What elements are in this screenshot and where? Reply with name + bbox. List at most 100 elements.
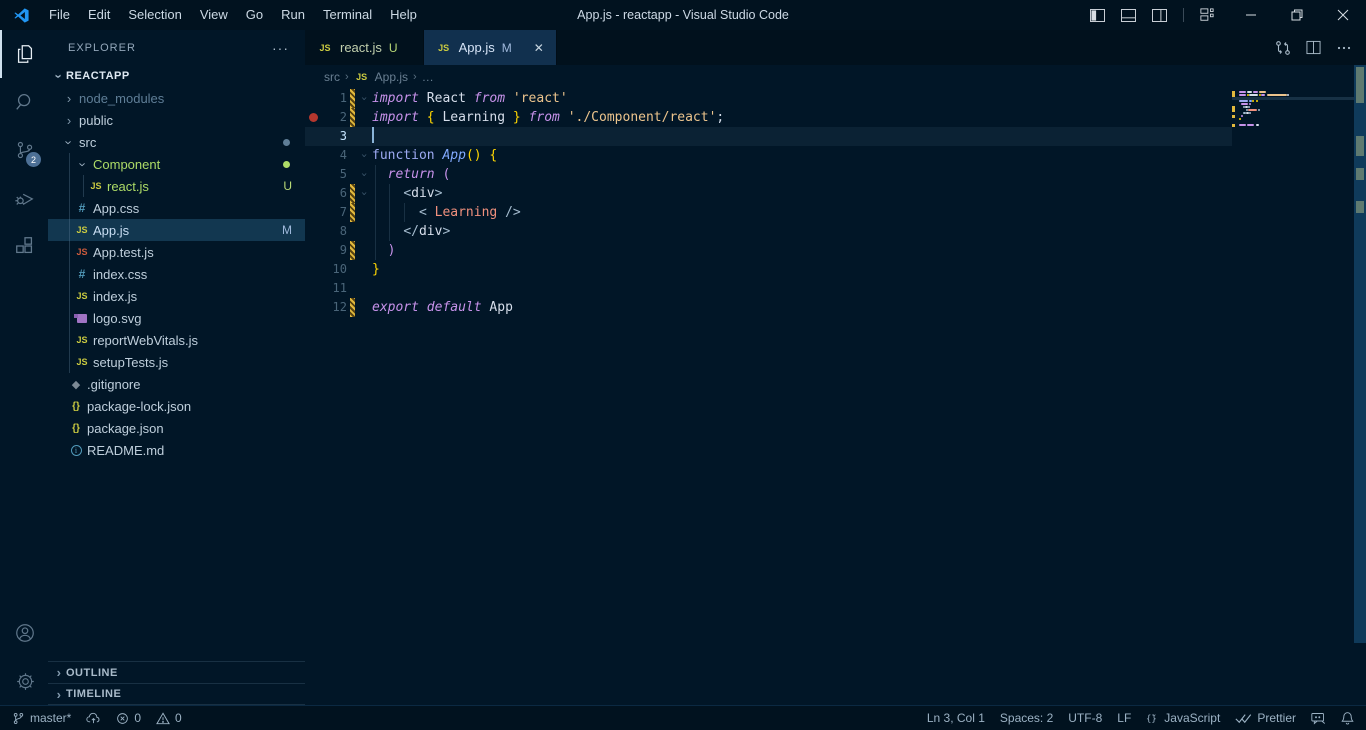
open-changes-icon[interactable] (1275, 40, 1291, 56)
tree-item-package-lock-json[interactable]: {} package-lock.json (48, 395, 305, 417)
tree-item-component[interactable]: › Component (48, 153, 305, 175)
menu-view[interactable]: View (191, 0, 237, 30)
source-control-badge: 2 (26, 152, 41, 167)
tree-item-node-modules[interactable]: › node_modules (48, 87, 305, 109)
explorer-more-actions-icon[interactable]: ··· (272, 40, 289, 56)
mod-gutter (347, 279, 357, 298)
error-count[interactable]: 0 (116, 711, 141, 725)
tree-item-src[interactable]: › src (48, 131, 305, 153)
breadcrumb-item-app-js[interactable]: App.js (375, 70, 408, 84)
tree-item-app-css[interactable]: # App.css (48, 197, 305, 219)
toggle-panel-icon[interactable] (1121, 8, 1136, 22)
minimap[interactable] (1232, 91, 1354, 391)
tree-indent-guide (69, 153, 70, 373)
menu-edit[interactable]: Edit (79, 0, 119, 30)
tree-item-public[interactable]: › public (48, 109, 305, 131)
tree-item-reportwebvitals-js[interactable]: JS reportWebVitals.js (48, 329, 305, 351)
menu-run[interactable]: Run (272, 0, 314, 30)
fold-gutter (357, 260, 372, 279)
editor-scrollbar[interactable] (1354, 65, 1366, 643)
code-line-6[interactable]: 6 › <div> (305, 184, 1366, 203)
extensions-icon[interactable] (0, 222, 48, 270)
tree-item-setuptests-js[interactable]: JS setupTests.js (48, 351, 305, 373)
tree-item-gitignore[interactable]: ◆ .gitignore (48, 373, 305, 395)
close-button[interactable] (1320, 0, 1366, 30)
vscode-logo-icon (13, 7, 30, 24)
encoding[interactable]: UTF-8 (1068, 711, 1102, 725)
code-line-1[interactable]: 1 › import React from 'react' (305, 89, 1366, 108)
menu-help[interactable]: Help (381, 0, 426, 30)
formatter-prettier[interactable]: Prettier (1235, 711, 1296, 725)
git-branch-status[interactable]: master* (12, 711, 71, 725)
indent-guide (389, 184, 390, 241)
code-text: import React from 'react' (372, 91, 568, 106)
menu-selection[interactable]: Selection (119, 0, 190, 30)
code-line-8[interactable]: 8 </div> (305, 222, 1366, 241)
code-line-3[interactable]: 3 (305, 127, 1366, 146)
code-line-12[interactable]: 12 export default App (305, 298, 1366, 317)
tab-react-js[interactable]: JS react.js U (305, 30, 424, 65)
indentation[interactable]: Spaces: 2 (1000, 711, 1053, 725)
breakpoint-gutter (305, 127, 321, 146)
tab-label: App.js (458, 40, 495, 55)
project-root-row[interactable]: › REACTAPP (48, 65, 305, 87)
timeline-section[interactable]: › TIMELINE (48, 683, 305, 705)
tree-item-app-js[interactable]: JS App.js M (48, 219, 305, 241)
toggle-secondary-sidebar-icon[interactable] (1152, 8, 1167, 22)
menu-file[interactable]: File (40, 0, 79, 30)
breakpoint-gutter (305, 203, 321, 222)
more-actions-icon[interactable] (1336, 40, 1352, 56)
code-line-11[interactable]: 11 (305, 279, 1366, 298)
breakpoint-icon[interactable] (305, 108, 321, 127)
cursor-position[interactable]: Ln 3, Col 1 (927, 711, 985, 725)
notifications[interactable] (1341, 711, 1354, 725)
menu-terminal[interactable]: Terminal (314, 0, 381, 30)
code-line-5[interactable]: 5 › return ( (305, 165, 1366, 184)
fold-chevron-icon[interactable]: › (357, 184, 372, 203)
customize-layout-icon[interactable] (1200, 8, 1214, 22)
tab-app-js[interactable]: JS App.js M ✕ (423, 30, 557, 65)
code-line-9[interactable]: 9 ) (305, 241, 1366, 260)
code-line-10[interactable]: 10} (305, 260, 1366, 279)
tree-item-app-test-js[interactable]: JS App.test.js (48, 241, 305, 263)
tree-item-index-css[interactable]: # index.css (48, 263, 305, 285)
close-tab-icon[interactable]: ✕ (534, 41, 544, 55)
breadcrumb-item-src[interactable]: src (324, 70, 340, 84)
breadcrumb[interactable]: src › JS App.js ›… (305, 65, 1366, 89)
fold-chevron-icon[interactable]: › (357, 146, 372, 165)
toggle-sidebar-icon[interactable] (1090, 8, 1105, 22)
accounts-icon[interactable] (0, 609, 48, 657)
tree-item-readme-md[interactable]: i README.md (48, 439, 305, 461)
split-editor-icon[interactable] (1306, 40, 1321, 55)
language-mode[interactable]: {̃} JavaScript (1146, 711, 1220, 725)
eol-sequence[interactable]: LF (1117, 711, 1131, 725)
publish-changes[interactable] (86, 712, 101, 725)
outline-section[interactable]: › OUTLINE (48, 661, 305, 683)
breakpoint-gutter (305, 279, 321, 298)
explorer-icon[interactable] (0, 30, 48, 78)
activity-bar: 2 (0, 30, 48, 705)
source-control-icon[interactable]: 2 (0, 126, 48, 174)
fold-chevron-icon[interactable]: › (357, 89, 372, 108)
search-icon[interactable] (0, 78, 48, 126)
warning-count[interactable]: 0 (156, 711, 182, 725)
feedback[interactable] (1311, 712, 1326, 725)
menu-go[interactable]: Go (237, 0, 272, 30)
tab-bar: JS react.js U JS App.js M ✕ (305, 30, 1366, 65)
fold-chevron-icon[interactable]: › (357, 165, 372, 184)
manage-gear-icon[interactable] (0, 657, 48, 705)
cursor-position-label: Ln 3, Col 1 (926, 711, 985, 725)
tree-item-package-json[interactable]: {} package.json (48, 417, 305, 439)
code-line-2[interactable]: 2 import { Learning } from './Component/r… (305, 108, 1366, 127)
code-line-7[interactable]: 7 < Learning /> (305, 203, 1366, 222)
js-file-icon: JS (356, 72, 368, 82)
restore-button[interactable] (1274, 0, 1320, 30)
code-editor[interactable]: 1 › import React from 'react' 2 import { Lea… (305, 89, 1366, 705)
tree-item-react-js[interactable]: JS react.js U (48, 175, 305, 197)
code-line-4[interactable]: 4 › function App() { (305, 146, 1366, 165)
tree-item-index-js[interactable]: JS index.js (48, 285, 305, 307)
tree-item-logo-svg[interactable]: logo.svg (48, 307, 305, 329)
minimize-button[interactable] (1228, 0, 1274, 30)
breadcrumb-item-[interactable]: … (422, 70, 434, 84)
run-and-debug-icon[interactable] (0, 174, 48, 222)
